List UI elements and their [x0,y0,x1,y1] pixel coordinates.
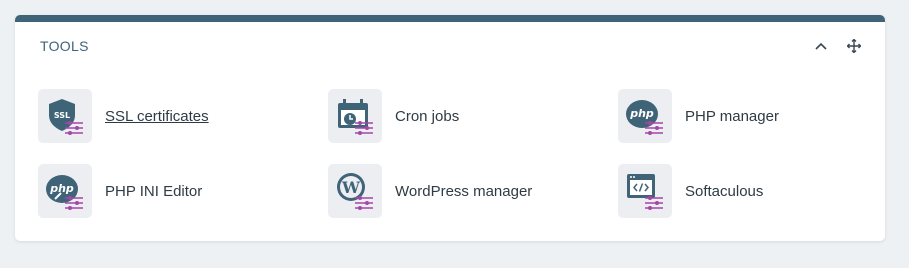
php-icon: php [625,96,665,136]
ssl-shield-icon: SSL [45,96,85,136]
svg-text:W: W [341,178,361,197]
tool-label[interactable]: Cron jobs [395,108,459,125]
svg-text:php: php [49,182,74,195]
move-arrows-icon[interactable] [847,39,861,53]
chevron-up-icon[interactable] [815,42,827,50]
tool-php-manager[interactable]: php PHP manager [618,89,779,143]
tool-cron-jobs[interactable]: Cron jobs [328,89,459,143]
svg-text:php: php [629,107,654,120]
tool-icon-tile [618,164,672,218]
tool-wordpress-manager[interactable]: W WordPress manager [328,164,532,218]
panel-title: TOOLS [40,38,89,54]
panel-header-actions [815,39,861,53]
wordpress-icon: W [335,171,375,211]
panel-accent-bar [15,15,885,22]
tool-label[interactable]: Softaculous [685,183,763,200]
tool-icon-tile: php [38,164,92,218]
svg-text:SSL: SSL [54,111,70,120]
tools-panel: TOOLS SSL SSL certificates Cron jobs php… [15,15,885,241]
tool-php-ini-editor[interactable]: php PHP INI Editor [38,164,202,218]
tool-icon-tile: php [618,89,672,143]
tool-label[interactable]: WordPress manager [395,183,532,200]
code-window-icon [625,171,665,211]
panel-header: TOOLS [15,22,885,70]
tool-icon-tile: SSL [38,89,92,143]
tool-ssl-certificates[interactable]: SSL SSL certificates [38,89,209,143]
tool-label[interactable]: SSL certificates [105,108,209,125]
tool-label[interactable]: PHP INI Editor [105,183,202,200]
tool-softaculous[interactable]: Softaculous [618,164,763,218]
tool-icon-tile [328,89,382,143]
php-ini-icon: php [45,171,85,211]
tools-grid: SSL SSL certificates Cron jobs php PHP m… [15,70,885,240]
tool-label[interactable]: PHP manager [685,108,779,125]
tool-icon-tile: W [328,164,382,218]
calendar-clock-icon [335,96,375,136]
